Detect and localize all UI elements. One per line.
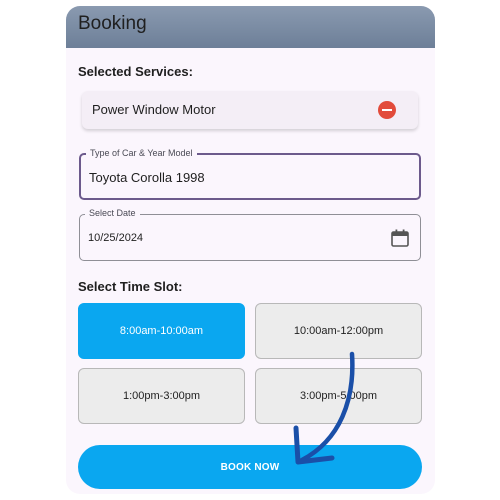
service-item: Power Window Motor xyxy=(82,91,418,129)
service-name: Power Window Motor xyxy=(92,102,216,117)
app-bar: Booking xyxy=(66,6,435,48)
car-model-value[interactable]: Toyota Corolla 1998 xyxy=(89,170,205,185)
time-slot-1[interactable]: 8:00am-10:00am xyxy=(78,303,245,359)
time-slot-label: Select Time Slot: xyxy=(78,279,183,294)
time-slot-3[interactable]: 1:00pm-3:00pm xyxy=(78,368,245,424)
car-model-field[interactable]: Type of Car & Year Model Toyota Corolla … xyxy=(79,148,421,200)
calendar-icon[interactable] xyxy=(390,228,410,248)
time-slot-4[interactable]: 3:00pm-5:00pm xyxy=(255,368,422,424)
booking-screen: Booking Selected Services: Power Window … xyxy=(66,6,435,494)
remove-circle-icon[interactable] xyxy=(378,101,396,119)
page-title: Booking xyxy=(78,13,147,34)
date-field[interactable]: Select Date 10/25/2024 xyxy=(79,208,421,261)
date-label: Select Date xyxy=(85,208,140,219)
car-model-label: Type of Car & Year Model xyxy=(86,148,197,159)
selected-services-label: Selected Services: xyxy=(78,64,193,79)
time-slot-2[interactable]: 10:00am-12:00pm xyxy=(255,303,422,359)
date-value[interactable]: 10/25/2024 xyxy=(88,232,143,244)
book-now-button[interactable]: BOOK NOW xyxy=(78,445,422,489)
